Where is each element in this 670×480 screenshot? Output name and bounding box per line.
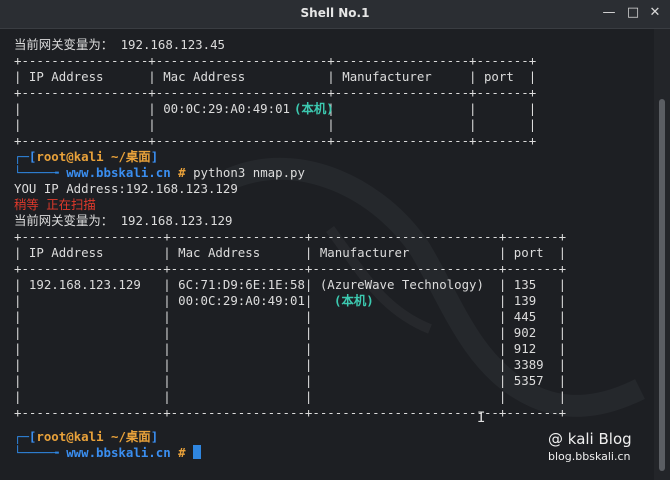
prompt-line-2: └────╼ www.bbskali.cn # python3 nmap.py — [14, 165, 305, 180]
table-row: | 192.168.123.129 | 6C:71:D9:6E:1E:58| (… — [14, 277, 567, 292]
table-row: | | | | 902 | — [14, 325, 567, 340]
ibeam-cursor-icon: I — [477, 410, 486, 426]
blog-watermark: @ kali Blog blog.bbskali.cn — [548, 430, 632, 463]
text-cursor — [193, 445, 202, 459]
table-row: | | 00:0C:29:A0:49:01| | 139 | — [14, 293, 567, 308]
prompt-user: root@kali — [36, 149, 104, 164]
ip-line: YOU IP Address:192.168.123.129 — [14, 181, 238, 196]
table-border: +-----------------+---------------------… — [14, 85, 537, 100]
local-badge: (本机) — [294, 101, 334, 116]
prompt-host: www.bbskali.cn — [66, 445, 171, 460]
close-icon[interactable]: ✕ — [648, 6, 662, 20]
table-row: | | 00:0C:29:A0:49:01 | | | — [14, 101, 536, 117]
title-bar[interactable]: Shell No.1 — □ ✕ — [0, 0, 670, 29]
table-border: +-------------------+------------------+… — [14, 261, 567, 276]
terminal-output[interactable]: 当前网关变量为： 192.168.123.45 +---------------… — [0, 29, 654, 480]
prompt-symbol: # — [178, 165, 186, 180]
terminal-line: 当前网关变量为： 192.168.123.129 — [14, 213, 233, 228]
watermark-title: @ kali Blog — [548, 430, 632, 448]
table-row: | | | | 3389 | — [14, 357, 567, 372]
table-header: | IP Address | Mac Address | Manufacture… — [14, 69, 537, 84]
scrollbar[interactable] — [654, 29, 670, 480]
terminal-window: Shell No.1 — □ ✕ 当前网关变量为： 192.168.123.45… — [0, 0, 670, 480]
table-row: | | | | 912 | — [14, 341, 567, 356]
prompt-dir: ~/桌面 — [111, 429, 151, 444]
prompt-user: root@kali — [36, 429, 104, 444]
prompt-host: www.bbskali.cn — [66, 165, 171, 180]
local-badge: (本机) — [334, 293, 374, 308]
table-border: +-----------------+---------------------… — [14, 53, 537, 68]
terminal-line: 当前网关变量为： 192.168.123.45 — [14, 37, 226, 52]
table-border: +-----------------+---------------------… — [14, 133, 537, 148]
prompt-line: ┌─[root@kali ~/桌面] — [14, 149, 159, 164]
prompt-line: ┌─[root@kali ~/桌面] — [14, 429, 159, 444]
prompt-symbol: # — [178, 445, 186, 460]
scanning-text: 稍等 正在扫描 — [14, 197, 96, 212]
table-row: | | | | 445 | — [14, 309, 567, 324]
scrollbar-thumb[interactable] — [659, 99, 665, 471]
window-title: Shell No.1 — [300, 6, 370, 20]
command-text: python3 nmap.py — [193, 165, 305, 180]
prompt-dir: ~/桌面 — [111, 149, 151, 164]
minimize-icon[interactable]: — — [602, 6, 616, 20]
maximize-icon[interactable]: □ — [626, 6, 640, 20]
table-row: | | | | 5357 | — [14, 373, 567, 388]
table-row-text: | | 00:0C:29:A0:49:01 | | | — [14, 101, 537, 116]
prompt-line-2[interactable]: └────╼ www.bbskali.cn # — [14, 445, 202, 461]
table-border: +-------------------+------------------+… — [14, 229, 567, 244]
table-row: | | | | | — [14, 117, 537, 132]
watermark-url: blog.bbskali.cn — [548, 450, 631, 463]
table-header: | IP Address | Mac Address | Manufacture… — [14, 245, 567, 260]
table-row: | | | | | — [14, 389, 567, 404]
